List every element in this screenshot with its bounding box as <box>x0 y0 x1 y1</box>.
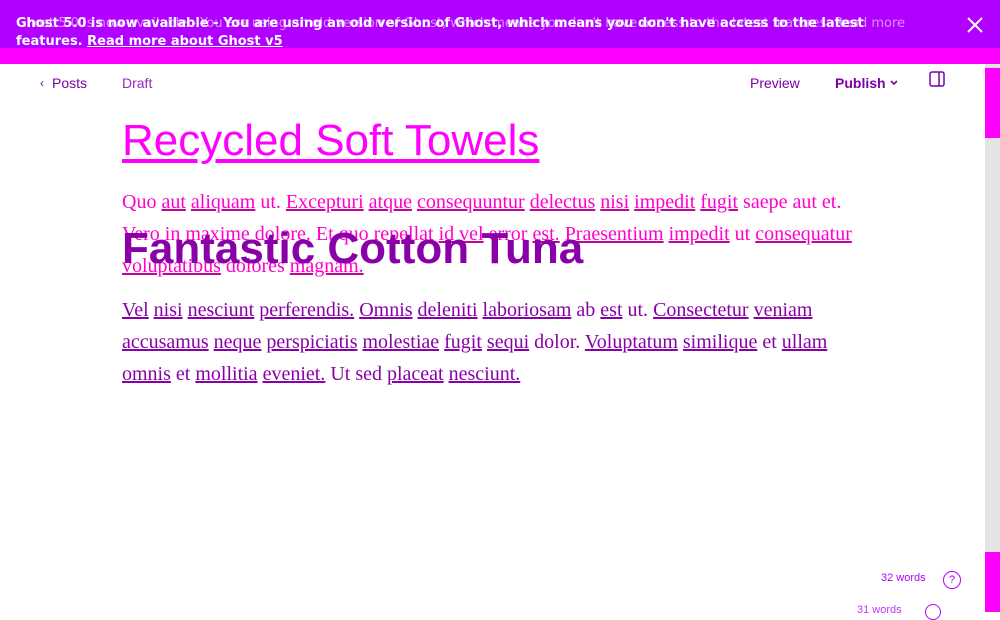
back-to-posts-link[interactable]: ‹ Posts <box>40 75 87 91</box>
paragraph-word: Omnis <box>359 299 413 321</box>
accent-stripe <box>0 48 1000 64</box>
paragraph-word: sequi <box>486 331 530 353</box>
paragraph-word: nesciunt. <box>448 363 521 385</box>
paragraph-word: placeat <box>386 363 444 385</box>
paragraph-word: veniam <box>753 299 813 321</box>
paragraph-word: perspiciatis <box>266 331 358 353</box>
post-paragraph-2[interactable]: Vel nisi nesciunt perferendis. Omnis del… <box>122 294 852 390</box>
paragraph-word: similique <box>682 331 758 353</box>
paragraph-word: fugit <box>444 331 482 353</box>
paragraph-word: saepe <box>743 191 788 213</box>
paragraph-word: dolor. <box>534 331 581 353</box>
paragraph-word: Voluptatum <box>584 331 678 353</box>
paragraph-word: ullam <box>781 331 828 353</box>
banner-headline: Ghost 5.0 is now available <box>16 16 209 31</box>
paragraph-word: deleniti <box>417 299 478 321</box>
overlay-post-title: Fantastic Cotton Tuna <box>122 224 584 273</box>
chevron-left-icon: ‹ <box>40 76 44 90</box>
paragraph-word: sed <box>355 363 382 385</box>
paragraph-word: Consectetur <box>653 299 749 321</box>
sidebar-toggle-icon[interactable] <box>929 71 945 87</box>
paragraph-word: nesciunt <box>187 299 255 321</box>
back-link-label: Posts <box>52 75 88 91</box>
paragraph-word: et. <box>821 191 842 213</box>
update-banner: Ghost 5.0 is now available - You are usi… <box>0 0 1000 48</box>
paragraph-word: mollitia <box>195 363 258 385</box>
post-status: Draft <box>122 75 153 91</box>
paragraph-word: Vel <box>122 299 149 321</box>
paragraph-word: delectus <box>529 191 596 213</box>
chevron-down-icon <box>889 80 898 86</box>
paragraph-word: aliquam <box>190 191 256 213</box>
scrollbar-thumb-top[interactable] <box>985 68 1000 138</box>
paragraph-word: Excepturi <box>285 191 364 213</box>
publish-label: Publish <box>835 75 886 91</box>
paragraph-word: ab <box>576 299 596 321</box>
scrollbar-thumb-bottom[interactable] <box>985 552 1000 612</box>
help-icon[interactable]: ? <box>943 571 961 589</box>
post-title[interactable]: Recycled Soft Towels <box>122 114 862 168</box>
paragraph-word: impedit <box>634 191 696 213</box>
preview-button[interactable]: Preview <box>750 75 800 91</box>
paragraph-word: Ut <box>330 363 351 385</box>
paragraph-word: aut <box>161 191 186 213</box>
paragraph-word: eveniet. <box>262 363 326 385</box>
paragraph-word: et <box>175 363 191 385</box>
paragraph-word: ut. <box>260 191 281 213</box>
paragraph-word: et <box>762 331 777 353</box>
paragraph-word: consequuntur <box>416 191 525 213</box>
word-count-ghost: 31 words <box>857 604 902 616</box>
help-icon-ghost <box>925 604 941 620</box>
editor-toolbar: ‹ Posts Draft Preview Publish <box>0 64 985 102</box>
paragraph-word: nisi <box>153 299 183 321</box>
paragraph-word: nisi <box>600 191 630 213</box>
paragraph-word: fugit <box>700 191 739 213</box>
paragraph-word: ut <box>734 223 751 245</box>
paragraph-word: est <box>600 299 623 321</box>
paragraph-word: Quo <box>122 191 157 213</box>
scrollbar[interactable] <box>985 64 1000 612</box>
word-count: 32 words <box>881 572 926 584</box>
close-icon[interactable] <box>964 14 986 36</box>
paragraph-word: perferendis. <box>259 299 355 321</box>
paragraph-word: omnis <box>122 363 171 385</box>
paragraph-word: impedit <box>668 223 730 245</box>
paragraph-word: ut. <box>627 299 649 321</box>
paragraph-word: accusamus <box>122 331 209 353</box>
banner-text: Ghost 5.0 is now available - You are usi… <box>16 15 916 48</box>
paragraph-word: atque <box>368 191 412 213</box>
paragraph-word: aut <box>792 191 817 213</box>
publish-button[interactable]: Publish <box>835 75 899 91</box>
paragraph-word: laboriosam <box>482 299 572 321</box>
banner-read-more-link[interactable]: Read more about Ghost v5 <box>87 34 283 48</box>
paragraph-word: neque <box>213 331 262 353</box>
paragraph-word: molestiae <box>362 331 440 353</box>
paragraph-word: consequatur <box>755 223 852 245</box>
